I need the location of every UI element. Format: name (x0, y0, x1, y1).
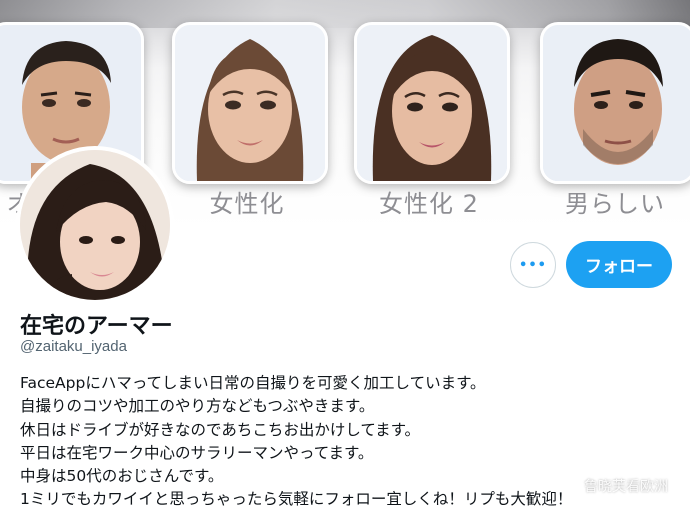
watermark-text: 鲁晓芙看欧洲 (584, 479, 668, 495)
bio-line: 自撮りのコツや加工のやり方などもつぶやきます。 (20, 397, 375, 416)
tile-label-3: 女性化 2 (379, 190, 479, 218)
watermark: 鲁晓芙看欧洲 (558, 476, 668, 496)
faceapp-tile-2 (172, 22, 328, 184)
profile-avatar[interactable] (16, 146, 174, 304)
masculine-face-image (543, 25, 690, 181)
display-name: 在宅のアーマー (20, 314, 173, 339)
more-dots-icon: ••• (519, 257, 547, 273)
faceapp-tile-4 (540, 22, 690, 184)
bio-line: 休日はドライブが好きなのであちこちお出かけしてます。 (20, 420, 421, 439)
avatar-image (20, 150, 170, 300)
tile-label-4: 男らしい (565, 190, 665, 218)
bio-line: FaceAppにハマってしまい日常の自撮りを可愛く加工しています。 (20, 374, 486, 392)
faceapp-tile-3 (354, 22, 510, 184)
bio-line: 平日は在宅ワーク中心のサラリーマンやってます。 (20, 443, 374, 462)
follow-button[interactable]: フォロー (566, 241, 672, 288)
user-handle: @zaitaku_iyada (20, 338, 127, 355)
tile-label-2: 女性化 (209, 190, 285, 218)
female-face-image (175, 25, 325, 181)
wechat-icon (558, 478, 580, 494)
more-options-button[interactable]: ••• (510, 242, 556, 288)
female-face-image-2 (357, 25, 507, 181)
